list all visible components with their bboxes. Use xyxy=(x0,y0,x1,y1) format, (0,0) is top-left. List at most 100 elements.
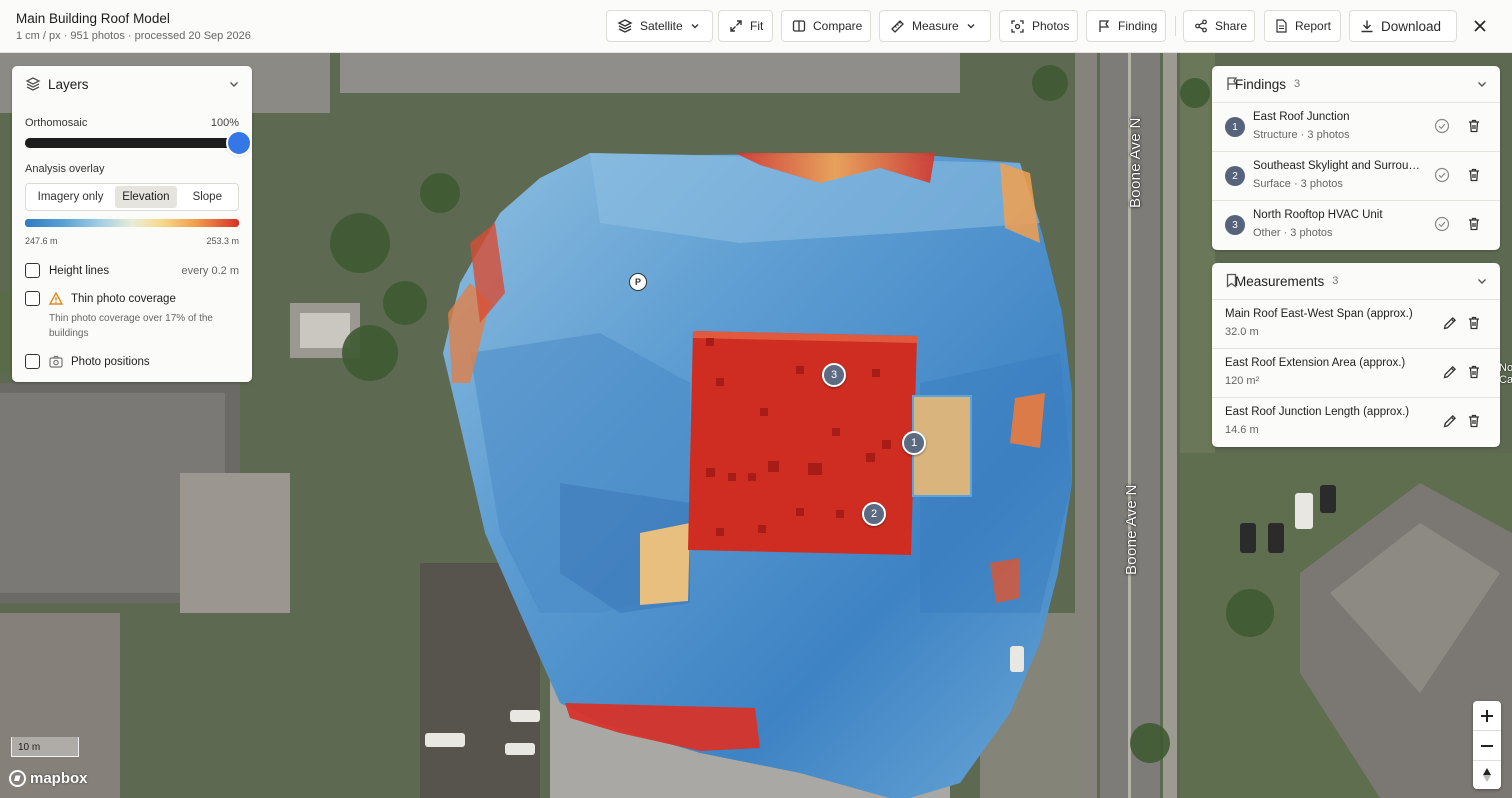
analysis-overlay-segmented-control: Imagery only Elevation Slope xyxy=(25,183,239,211)
trash-icon[interactable] xyxy=(1466,364,1482,380)
close-icon xyxy=(1474,20,1486,32)
street-label-bottom: Boone Ave N xyxy=(1123,484,1140,575)
photos-button[interactable]: Photos xyxy=(999,10,1078,42)
minus-icon xyxy=(1481,744,1493,747)
toolbar-divider xyxy=(1175,16,1176,36)
photo-positions-checkbox[interactable] xyxy=(25,354,40,369)
trash-icon[interactable] xyxy=(1466,315,1482,331)
layers-panel-title: Layers xyxy=(48,76,89,92)
layers-icon xyxy=(25,77,41,91)
height-lines-label: Height lines xyxy=(49,265,110,277)
measurement-row[interactable]: Main Roof East-West Span (approx.) 32.0 … xyxy=(1212,299,1500,348)
layers-panel-header[interactable]: Layers xyxy=(12,66,252,102)
finding-row[interactable]: 2 Southeast Skylight and Surrou… Surface… xyxy=(1212,151,1500,200)
thin-coverage-description: Thin photo coverage over 17% of the buil… xyxy=(49,313,213,339)
trash-icon[interactable] xyxy=(1466,216,1482,232)
top-bar: Main Building Roof Model 1 cm / px · 951… xyxy=(0,0,1512,53)
warning-icon xyxy=(49,292,63,305)
measurement-title: Main Roof East-West Span (approx.) xyxy=(1225,308,1413,320)
page-title: Main Building Roof Model xyxy=(16,11,170,26)
measurements-panel-title: Measurements xyxy=(1235,273,1325,289)
overlay-option-slope[interactable]: Slope xyxy=(179,186,236,208)
report-button[interactable]: Report xyxy=(1264,10,1341,42)
finding-title: North Rooftop HVAC Unit xyxy=(1253,209,1383,221)
zoom-controls xyxy=(1473,701,1501,789)
mapbox-wordmark: mapbox xyxy=(30,770,88,787)
height-lines-interval: every 0.2 m xyxy=(181,265,239,277)
finding-subtitle: Surface · 3 photos xyxy=(1253,178,1343,190)
findings-panel-header[interactable]: Findings 3 xyxy=(1212,66,1500,102)
slider-fill xyxy=(25,138,239,148)
share-button[interactable]: Share xyxy=(1183,10,1255,42)
trash-icon[interactable] xyxy=(1466,413,1482,429)
orthomosaic-opacity-slider[interactable] xyxy=(25,132,250,154)
scale-bar: 10 m xyxy=(11,737,79,757)
ruler-icon xyxy=(891,19,904,33)
split-view-icon xyxy=(792,20,806,32)
finding-subtitle: Other · 3 photos xyxy=(1253,227,1333,239)
pencil-icon[interactable] xyxy=(1442,413,1458,429)
finding-row[interactable]: 1 East Roof Junction Structure · 3 photo… xyxy=(1212,102,1500,151)
compare-label: Compare xyxy=(813,19,863,33)
overlay-option-elevation[interactable]: Elevation xyxy=(115,186,177,208)
measure-label: Measure xyxy=(912,19,959,33)
zoom-in-button[interactable] xyxy=(1473,701,1501,730)
map-edge-label: No Ca xyxy=(1499,362,1512,386)
trash-icon[interactable] xyxy=(1466,118,1482,134)
elevation-max-label: 253.3 m xyxy=(206,236,239,246)
close-button[interactable] xyxy=(1468,14,1492,38)
report-label: Report xyxy=(1295,19,1332,33)
download-icon xyxy=(1361,20,1373,33)
measurement-row[interactable]: East Roof Junction Length (approx.) 14.6… xyxy=(1212,397,1500,446)
resolve-check-icon[interactable] xyxy=(1434,216,1450,232)
measure-dropdown[interactable]: Measure xyxy=(879,10,991,42)
chevron-down-icon[interactable] xyxy=(228,78,240,90)
measurements-panel: Measurements 3 Main Roof East-West Span … xyxy=(1212,263,1500,447)
finding-title: Southeast Skylight and Surrou… xyxy=(1253,160,1420,172)
basemap-dropdown[interactable]: Satellite xyxy=(606,10,713,42)
compass-icon xyxy=(1483,767,1491,782)
elevation-color-ramp xyxy=(25,219,239,227)
share-icon xyxy=(1195,19,1207,33)
camera-icon xyxy=(49,355,63,368)
finding-marker-1[interactable]: 1 xyxy=(902,431,926,455)
chevron-down-icon xyxy=(967,24,975,29)
model-summary: 1 cm / px · 951 photos · processed 20 Se… xyxy=(16,30,251,42)
finding-marker-2[interactable]: 2 xyxy=(862,502,886,526)
pencil-icon[interactable] xyxy=(1442,364,1458,380)
finding-marker-3[interactable]: 3 xyxy=(822,363,846,387)
measurement-value: 14.6 m xyxy=(1225,424,1259,436)
reset-north-button[interactable] xyxy=(1473,760,1501,789)
zoom-out-button[interactable] xyxy=(1473,731,1501,760)
download-button[interactable]: Download xyxy=(1349,10,1457,42)
chevron-down-icon xyxy=(691,24,699,29)
finding-number-badge: 3 xyxy=(1225,215,1245,235)
chevron-down-icon[interactable] xyxy=(1476,275,1488,287)
download-label: Download xyxy=(1381,18,1442,34)
finding-title: East Roof Junction xyxy=(1253,111,1350,123)
mapbox-icon xyxy=(9,770,26,787)
trash-icon[interactable] xyxy=(1466,167,1482,183)
resolve-check-icon[interactable] xyxy=(1434,167,1450,183)
finding-row[interactable]: 3 North Rooftop HVAC Unit Other · 3 phot… xyxy=(1212,200,1500,249)
edge-label-line-1: No xyxy=(1499,362,1512,374)
overlay-option-imagery-only[interactable]: Imagery only xyxy=(28,186,113,208)
slider-thumb[interactable] xyxy=(228,132,250,154)
add-finding-button[interactable]: Finding xyxy=(1086,10,1166,42)
measurement-row[interactable]: East Roof Extension Area (approx.) 120 m… xyxy=(1212,348,1500,397)
fit-button[interactable]: Fit xyxy=(718,10,773,42)
measurements-count: 3 xyxy=(1332,275,1339,287)
mapbox-logo[interactable]: mapbox xyxy=(9,770,88,787)
flag-icon xyxy=(1099,20,1110,32)
thin-coverage-checkbox[interactable] xyxy=(25,291,40,306)
fit-label: Fit xyxy=(750,19,764,33)
height-lines-checkbox[interactable] xyxy=(25,263,40,278)
chevron-down-icon[interactable] xyxy=(1476,78,1488,90)
compare-button[interactable]: Compare xyxy=(781,10,871,42)
resolve-check-icon[interactable] xyxy=(1434,118,1450,134)
measurements-panel-header[interactable]: Measurements 3 xyxy=(1212,263,1500,299)
orthomosaic-opacity-value: 100% xyxy=(210,117,239,129)
finding-subtitle: Structure · 3 photos xyxy=(1253,129,1350,141)
analysis-overlay-label: Analysis overlay xyxy=(25,163,105,175)
pencil-icon[interactable] xyxy=(1442,315,1458,331)
